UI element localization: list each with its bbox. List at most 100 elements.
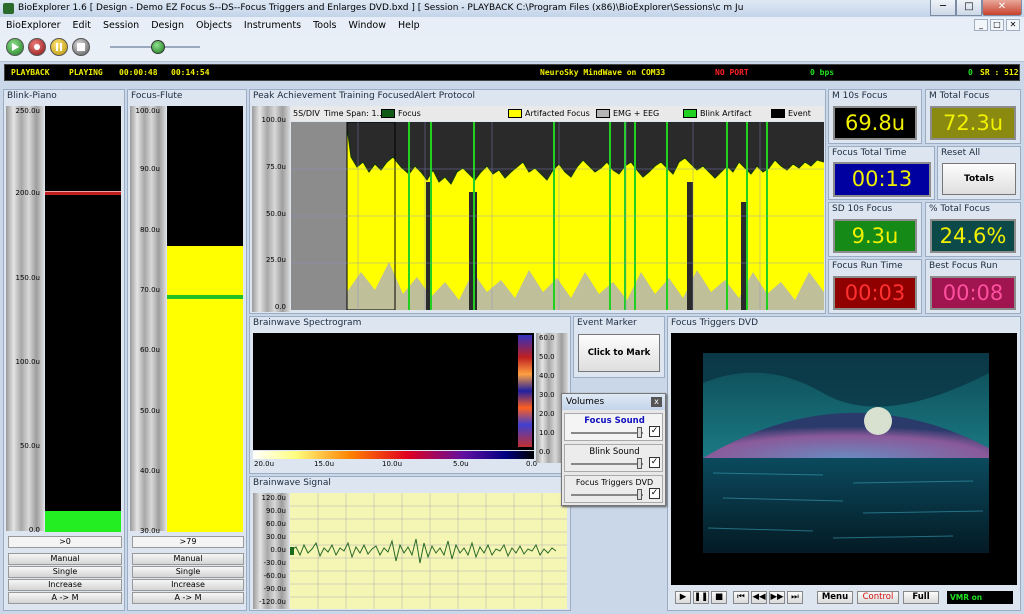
dvd-full-button[interactable]: Full	[903, 591, 939, 604]
dvd-rewind-icon[interactable]: ◀◀	[751, 591, 767, 604]
peak-chart-panel: Peak Achievement Training FocusedAlert P…	[249, 89, 826, 314]
spectrogram-column	[518, 335, 532, 447]
volume-label-focus-triggers-dvd: Focus Triggers DVD	[575, 478, 654, 487]
dvd-prev-chapter-icon[interactable]: ⏮	[733, 591, 749, 604]
menu-design[interactable]: Design	[145, 20, 190, 31]
status-device: NeuroSky MindWave on COM33	[540, 68, 666, 77]
tick-label: 90.0u	[139, 165, 160, 173]
status-state: PLAYING	[69, 68, 103, 77]
tick-label: 30.0u	[265, 533, 286, 541]
record-icon[interactable]	[28, 38, 46, 56]
toolbar	[0, 34, 1024, 62]
pct-total-focus-value: 24.6%	[930, 219, 1016, 253]
menu-help[interactable]: Help	[392, 20, 426, 31]
tick-label: 60.0	[539, 334, 555, 342]
best-focus-run-value: 00:08	[930, 276, 1016, 310]
time-span-label[interactable]: Time Span: 1...	[324, 106, 384, 121]
tick-label: 60.0u	[139, 346, 160, 354]
menu-bioexplorer[interactable]: BioExplorer	[0, 20, 67, 31]
dvd-control-button[interactable]: Control	[857, 591, 899, 604]
tick-label: 10.0	[539, 429, 555, 437]
menu-instruments[interactable]: Instruments	[238, 20, 307, 31]
tick-label: 50.0u	[265, 210, 286, 218]
single-button[interactable]: Single	[132, 566, 244, 578]
m-total-focus-panel: M Total Focus 72.3u	[925, 89, 1021, 144]
status-elapsed: 00:00:48	[119, 68, 158, 77]
dvd-next-chapter-icon[interactable]: ⏭	[787, 591, 803, 604]
focus-run-time-value: 00:03	[833, 276, 917, 310]
play-icon[interactable]	[6, 38, 24, 56]
menu-edit[interactable]: Edit	[67, 20, 97, 31]
volume-slider-thumb[interactable]	[637, 489, 642, 500]
tick-label: 80.0u	[139, 226, 160, 234]
manual-button[interactable]: Manual	[8, 553, 122, 565]
focus-total-time-label: Focus Total Time	[832, 148, 907, 158]
minimize-button[interactable]: ─	[930, 0, 956, 16]
legend-swatch-event-marker	[771, 109, 785, 118]
mdi-restore-button[interactable]: □	[990, 19, 1004, 31]
tick-label: 10.0u	[382, 460, 403, 468]
maximize-button[interactable]: □	[956, 0, 982, 16]
volume-label-focus-sound: Focus Sound	[584, 416, 645, 426]
volume-slider-focus-triggers-dvd[interactable]	[571, 494, 643, 496]
mdi-close-button[interactable]: ✕	[1006, 19, 1020, 31]
menu-objects[interactable]: Objects	[190, 20, 238, 31]
click-to-mark-button[interactable]: Click to Mark	[578, 334, 660, 372]
focus-flute-threshold-label: >79	[132, 536, 244, 548]
volume-slider-blink-sound[interactable]	[571, 463, 643, 465]
dvd-pause-icon[interactable]: ❚❚	[693, 591, 709, 604]
tick-label: 0.0	[28, 526, 40, 534]
m-total-focus-value: 72.3u	[930, 106, 1016, 140]
dvd-menu-button[interactable]: Menu	[817, 591, 853, 604]
signal-title: Brainwave Signal	[253, 478, 331, 488]
event-marker-title: Event Marker	[577, 318, 637, 328]
stop-icon[interactable]	[72, 38, 90, 56]
focus-run-time-label: Focus Run Time	[832, 261, 903, 271]
single-button[interactable]: Single	[8, 566, 122, 578]
pause-icon[interactable]	[50, 38, 68, 56]
volume-checkbox[interactable]: ✓	[649, 457, 660, 468]
focus-flute-threshold-line[interactable]	[167, 295, 243, 299]
menu-session[interactable]: Session	[97, 20, 145, 31]
spectrogram-colorbar	[253, 451, 534, 459]
blink-piano-panel: Blink-Piano 250.0u 200.0u 150.0u 100.0u …	[3, 89, 125, 611]
dvd-fast-forward-icon[interactable]: ▶▶	[769, 591, 785, 604]
dvd-panel: Focus Triggers DVD ▶ ❚❚ ■ ⏮ ◀◀ ▶▶ ⏭ Menu…	[667, 316, 1021, 611]
pct-total-focus-label: % Total Focus	[929, 204, 990, 214]
volume-slider-focus-sound[interactable]	[571, 432, 643, 434]
volume-slider-thumb[interactable]	[637, 458, 642, 469]
focus-total-time-panel: Focus Total Time 00:13	[828, 146, 935, 200]
manual-button[interactable]: Manual	[132, 553, 244, 565]
volumes-title: Volumes	[562, 394, 665, 410]
volume-slider-thumb[interactable]	[637, 427, 642, 438]
best-focus-run-panel: Best Focus Run 00:08	[925, 259, 1021, 314]
status-total: 00:14:54	[171, 68, 210, 77]
sd10s-focus-label: SD 10s Focus	[832, 204, 893, 214]
volume-checkbox[interactable]: ✓	[649, 426, 660, 437]
volumes-close-icon[interactable]: x	[651, 397, 662, 407]
dvd-play-icon[interactable]: ▶	[675, 591, 691, 604]
volume-checkbox[interactable]: ✓	[649, 488, 660, 499]
menu-tools[interactable]: Tools	[307, 20, 342, 31]
auto-manual-button[interactable]: A -> M	[8, 592, 122, 604]
increase-button[interactable]: Increase	[8, 579, 122, 591]
increase-button[interactable]: Increase	[132, 579, 244, 591]
spectrogram-plot	[253, 333, 534, 450]
tick-label: 40.0	[539, 372, 555, 380]
totals-button[interactable]: Totals	[942, 163, 1016, 195]
mdi-minimize-button[interactable]: _	[974, 19, 988, 31]
tick-label: 100.0u	[15, 358, 40, 366]
blink-piano-threshold-line[interactable]	[45, 191, 121, 195]
tick-label: 90.0u	[265, 507, 286, 515]
peak-chart-legend: 5S/DIV Time Span: 1... Focus Artifacted …	[291, 106, 824, 133]
legend-label: Artifacted Focus	[525, 109, 590, 118]
legend-swatch-emg-eeg	[596, 109, 610, 118]
status-mode: PLAYBACK	[11, 68, 50, 77]
menu-window[interactable]: Window	[343, 20, 392, 31]
volume-item: Focus Triggers DVD ✓	[564, 475, 663, 503]
focus-flute-level-bar	[167, 246, 243, 532]
playback-slider-thumb[interactable]	[151, 40, 165, 54]
close-button[interactable]: ✕	[982, 0, 1022, 16]
dvd-stop-icon[interactable]: ■	[711, 591, 727, 604]
auto-manual-button[interactable]: A -> M	[132, 592, 244, 604]
